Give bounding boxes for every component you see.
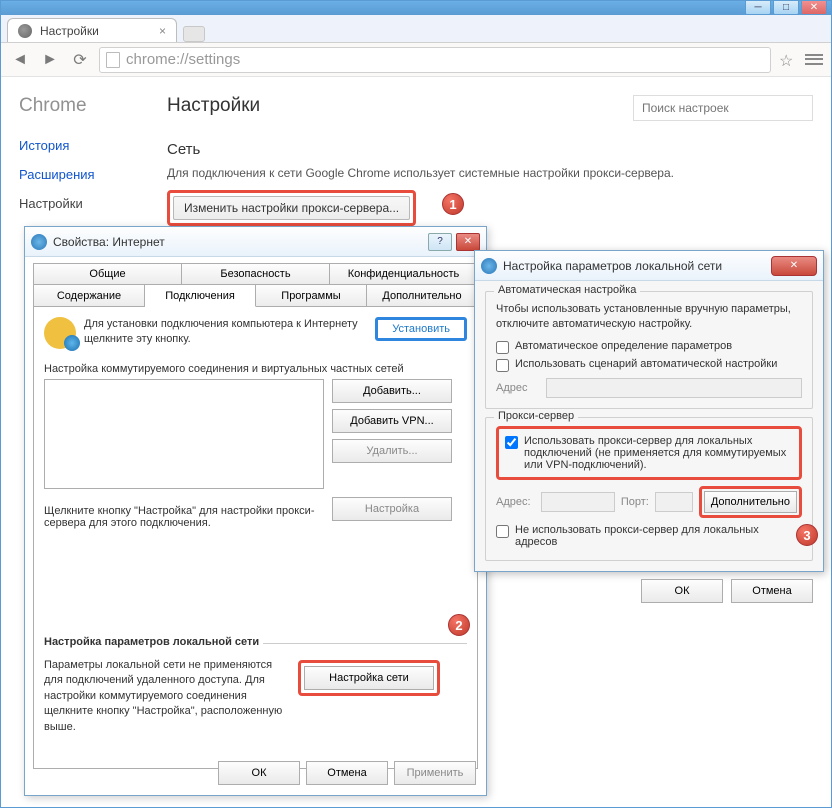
add-vpn-button[interactable]: Добавить VPN... xyxy=(332,409,452,433)
browser-titlebar: ─ □ ✕ xyxy=(1,1,831,15)
network-description: Для подключения к сети Google Chrome исп… xyxy=(167,166,813,180)
url-text: chrome://settings xyxy=(126,51,240,68)
use-proxy-label: Использовать прокси-сервер для локальных… xyxy=(524,435,793,471)
forward-button[interactable]: ► xyxy=(39,49,61,71)
use-proxy-checkbox[interactable] xyxy=(505,436,518,449)
lan-cancel-button[interactable]: Отмена xyxy=(731,579,813,603)
callout-badge-3: 3 xyxy=(796,524,818,546)
tab-connections[interactable]: Подключения xyxy=(145,285,256,307)
use-script-label: Использовать сценарий автоматической нас… xyxy=(515,358,777,370)
proxy-hint-text: Щелкните кнопку "Настройка" для настройк… xyxy=(44,505,324,529)
internet-icon xyxy=(31,234,47,250)
section-network-title: Сеть xyxy=(167,141,813,158)
tab-programs[interactable]: Программы xyxy=(256,285,367,307)
callout-highlight-proxy: Использовать прокси-сервер для локальных… xyxy=(496,426,802,480)
gear-icon xyxy=(18,24,32,38)
reload-button[interactable]: ⟳ xyxy=(69,49,91,71)
lan-ok-button[interactable]: ОК xyxy=(641,579,723,603)
lan-description: Параметры локальной сети не применяются … xyxy=(44,658,290,735)
connections-panel: Для установки подключения компьютера к И… xyxy=(33,307,478,769)
auto-detect-row[interactable]: Автоматическое определение параметров xyxy=(496,338,802,356)
dialog-help-button[interactable]: ? xyxy=(428,233,452,251)
dialog-close-button[interactable]: ✕ xyxy=(456,233,480,251)
callout-badge-1: 1 xyxy=(442,193,464,215)
lan-settings-button[interactable]: Настройка сети xyxy=(304,666,434,690)
tab-general[interactable]: Общие xyxy=(33,263,182,285)
dialog-title: Свойства: Интернет xyxy=(53,235,422,249)
use-script-row[interactable]: Использовать сценарий автоматической нас… xyxy=(496,356,802,374)
hamburger-menu-icon[interactable] xyxy=(805,51,823,69)
settings-page: Chrome История Расширения Настройки Наст… xyxy=(1,77,831,244)
sidebar-item-settings[interactable]: Настройки xyxy=(19,189,139,218)
window-maximize-button[interactable]: □ xyxy=(773,1,799,15)
auto-config-desc: Чтобы использовать установленные вручную… xyxy=(496,302,802,332)
ok-button[interactable]: ОК xyxy=(218,761,300,785)
callout-highlight-2: Настройка сети xyxy=(298,660,440,696)
add-connection-button[interactable]: Добавить... xyxy=(332,379,452,403)
auto-detect-label: Автоматическое определение параметров xyxy=(515,340,732,352)
tab-privacy[interactable]: Конфиденциальность xyxy=(330,263,478,285)
cancel-button[interactable]: Отмена xyxy=(306,761,388,785)
address-bar[interactable]: chrome://settings xyxy=(99,47,771,73)
window-close-button[interactable]: ✕ xyxy=(801,1,827,15)
proxy-port-input[interactable] xyxy=(655,492,693,512)
back-button[interactable]: ◄ xyxy=(9,49,31,71)
lan-dialog-title: Настройка параметров локальной сети xyxy=(503,259,765,273)
proxy-server-group: Прокси-сервер Использовать прокси-сервер… xyxy=(485,417,813,561)
bypass-local-label: Не использовать прокси-сервер для локаль… xyxy=(515,524,802,548)
apply-button[interactable]: Применить xyxy=(394,761,476,785)
bypass-local-row[interactable]: Не использовать прокси-сервер для локаль… xyxy=(496,522,802,550)
tabstrip: Настройки × xyxy=(1,15,831,43)
chrome-brand: Chrome xyxy=(19,95,139,117)
lan-settings-dialog: Настройка параметров локальной сети ✕ Ав… xyxy=(474,250,824,572)
auto-detect-checkbox[interactable] xyxy=(496,341,509,354)
setup-button-highlight: Установить xyxy=(375,317,467,341)
proxy-server-legend: Прокси-сервер xyxy=(494,410,578,422)
window-minimize-button[interactable]: ─ xyxy=(745,1,771,15)
use-script-checkbox[interactable] xyxy=(496,359,509,372)
browser-tab[interactable]: Настройки × xyxy=(7,18,177,42)
auto-config-legend: Автоматическая настройка xyxy=(494,284,640,296)
script-address-input[interactable] xyxy=(546,378,802,398)
internet-icon xyxy=(481,258,497,274)
use-proxy-row[interactable]: Использовать прокси-сервер для локальных… xyxy=(505,433,793,473)
setup-button[interactable]: Установить xyxy=(377,319,465,339)
proxy-port-label: Порт: xyxy=(621,496,649,508)
advanced-button[interactable]: Дополнительно xyxy=(704,491,797,513)
page-icon xyxy=(106,52,120,68)
dialog-titlebar: Свойства: Интернет ? ✕ xyxy=(25,227,486,257)
tab-close-icon[interactable]: × xyxy=(159,24,166,38)
lan-dialog-close-button[interactable]: ✕ xyxy=(771,256,817,276)
lan-dialog-titlebar: Настройка параметров локальной сети ✕ xyxy=(475,251,823,281)
tab-advanced[interactable]: Дополнительно xyxy=(367,285,478,307)
proxy-address-label: Адрес: xyxy=(496,496,535,508)
callout-badge-2: 2 xyxy=(448,614,470,636)
tab-security[interactable]: Безопасность xyxy=(182,263,330,285)
setup-text: Для установки подключения компьютера к И… xyxy=(84,317,367,348)
bypass-local-checkbox[interactable] xyxy=(496,525,509,538)
auto-config-group: Автоматическая настройка Чтобы использов… xyxy=(485,291,813,409)
proxy-address-input[interactable] xyxy=(541,492,615,512)
sidebar-item-extensions[interactable]: Расширения xyxy=(19,160,139,189)
change-proxy-settings-button[interactable]: Изменить настройки прокси-сервера... xyxy=(173,196,410,220)
search-settings-input[interactable] xyxy=(633,95,813,121)
browser-toolbar: ◄ ► ⟳ chrome://settings ☆ xyxy=(1,43,831,77)
tab-title: Настройки xyxy=(40,24,99,38)
lan-group-label: Настройка параметров локальной сети xyxy=(44,636,263,648)
delete-connection-button[interactable]: Удалить... xyxy=(332,439,452,463)
page-title: Настройки xyxy=(167,95,260,117)
globe-icon xyxy=(44,317,76,349)
callout-highlight-3: Дополнительно xyxy=(699,486,802,518)
dialup-group-label: Настройка коммутируемого соединения и ви… xyxy=(44,363,467,375)
connection-settings-button[interactable]: Настройка xyxy=(332,497,452,521)
new-tab-button[interactable] xyxy=(183,26,205,42)
tab-control: Общие Безопасность Конфиденциальность Со… xyxy=(33,263,478,769)
callout-highlight-1: Изменить настройки прокси-сервера... xyxy=(167,190,416,226)
script-address-label: Адрес xyxy=(496,382,540,394)
dialup-listbox[interactable] xyxy=(44,379,324,489)
sidebar-item-history[interactable]: История xyxy=(19,131,139,160)
internet-properties-dialog: Свойства: Интернет ? ✕ Общие Безопасност… xyxy=(24,226,487,796)
bookmark-star-icon[interactable]: ☆ xyxy=(779,51,797,69)
tab-content[interactable]: Содержание xyxy=(33,285,145,307)
